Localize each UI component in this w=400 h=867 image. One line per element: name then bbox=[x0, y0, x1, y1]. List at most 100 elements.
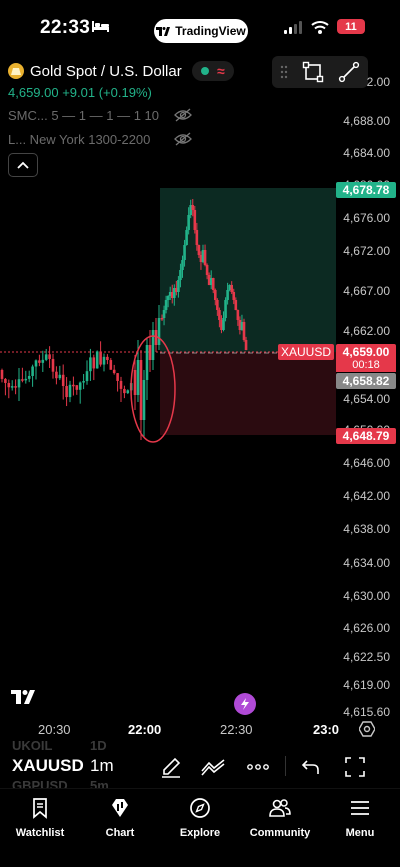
candle-body bbox=[112, 369, 116, 374]
candle-body bbox=[41, 359, 45, 363]
stop-loss-price-tag: 4,648.79 bbox=[336, 428, 396, 444]
market-open-dot bbox=[200, 67, 209, 75]
candle-body bbox=[216, 300, 219, 310]
tab-label: Menu bbox=[345, 827, 375, 839]
candle-body bbox=[148, 345, 152, 360]
indicators-icon bbox=[201, 759, 225, 776]
lightning-bolt-button[interactable] bbox=[234, 693, 256, 715]
delayed-data-icon: ≈ bbox=[216, 63, 225, 79]
candle-body bbox=[34, 360, 38, 367]
candle-body bbox=[214, 290, 217, 300]
candle-body bbox=[226, 290, 229, 300]
candle-body bbox=[116, 373, 119, 381]
candle-body bbox=[95, 351, 99, 369]
candle-body bbox=[183, 245, 186, 260]
candle-body bbox=[142, 380, 146, 420]
draw-pen-button[interactable] bbox=[158, 754, 184, 780]
price-axis-label: 4,642.00 bbox=[343, 489, 390, 503]
tab-community[interactable]: Community bbox=[240, 797, 320, 839]
candle-body bbox=[195, 230, 199, 245]
tab-chart[interactable]: Chart bbox=[80, 797, 160, 839]
time-label: 22:00 bbox=[128, 722, 162, 737]
more-dots-icon bbox=[247, 764, 269, 770]
collapse-indicators-button[interactable] bbox=[8, 153, 38, 177]
candle-body bbox=[218, 310, 221, 320]
candle-body bbox=[234, 300, 238, 310]
tab-watchlist[interactable]: Watchlist bbox=[0, 797, 80, 839]
indicator-smc-label: SMC... 5 — 1 — 1 — 1 10 bbox=[8, 107, 159, 123]
eye-off-icon[interactable] bbox=[174, 108, 192, 122]
price-axis-label: 4,634.00 bbox=[343, 556, 390, 570]
price-axis-label: 4,688.00 bbox=[343, 114, 390, 128]
price-axis-label: 4,646.00 bbox=[343, 456, 390, 470]
price-axis-label: 4,684.00 bbox=[343, 146, 390, 160]
symbol-title[interactable]: Gold Spot / U.S. Dollar bbox=[30, 63, 182, 80]
candle-body bbox=[4, 378, 7, 383]
price-change: 4,659.00 +9.01 (+0.19%) bbox=[8, 85, 152, 100]
indicator-smc[interactable]: SMC... 5 — 1 — 1 — 1 10 bbox=[8, 106, 234, 124]
indicators-button[interactable] bbox=[200, 754, 226, 780]
price-axis-label: 4,626.00 bbox=[343, 621, 390, 635]
candle-body bbox=[145, 345, 149, 380]
candle-body bbox=[151, 330, 155, 360]
tab-explore[interactable]: Explore bbox=[160, 797, 240, 839]
indicator-session[interactable]: L... New York 1300-2200 bbox=[8, 130, 234, 148]
candle-body bbox=[106, 356, 109, 361]
price-axis-label: 2.00 bbox=[366, 75, 390, 89]
price-axis-label: 4,654.00 bbox=[343, 392, 390, 406]
candle-body bbox=[27, 375, 31, 379]
candle-body bbox=[139, 360, 143, 420]
tab-bar: Watchlist Chart Explore Community Menu bbox=[0, 788, 400, 867]
eye-off-icon[interactable] bbox=[174, 132, 192, 146]
price-axis-label: 4,630.00 bbox=[343, 589, 390, 603]
take-profit-price-tag: 4,678.78 bbox=[336, 182, 396, 198]
chart-settings-icon[interactable] bbox=[359, 721, 375, 737]
toolbar-separator bbox=[285, 756, 286, 776]
rectangle-tool-icon[interactable] bbox=[302, 61, 324, 83]
price-axis-label: 4,622.50 bbox=[343, 650, 390, 664]
ghost-interval-above: 1D bbox=[90, 738, 107, 753]
symbol-selector[interactable]: XAUUSD bbox=[12, 756, 84, 776]
candle-body bbox=[126, 390, 130, 394]
candle-body bbox=[197, 245, 201, 255]
candle-body bbox=[61, 374, 65, 387]
drag-handle-icon[interactable] bbox=[280, 65, 288, 79]
candle-body bbox=[222, 318, 225, 330]
candle-body bbox=[102, 356, 106, 365]
candle-body bbox=[21, 379, 24, 381]
more-options-button[interactable] bbox=[245, 754, 271, 780]
tab-menu[interactable]: Menu bbox=[320, 797, 400, 839]
candle-body bbox=[244, 340, 248, 350]
interval-selector[interactable]: 1m bbox=[90, 756, 114, 776]
candle-body bbox=[166, 296, 170, 300]
people-icon bbox=[269, 799, 291, 817]
candle-body bbox=[203, 250, 207, 265]
time-label: 22:30 bbox=[220, 722, 253, 737]
ghost-symbol-above: UKOIL bbox=[12, 738, 53, 753]
tab-label: Chart bbox=[105, 827, 135, 839]
symbol-price-tag: XAUUSD bbox=[278, 344, 334, 360]
bar-countdown: 00:18 bbox=[336, 358, 396, 372]
price-axis-label: 4,615.60 bbox=[343, 705, 390, 719]
time-label: 23:0 bbox=[313, 722, 340, 737]
candle-body bbox=[242, 322, 246, 340]
undo-button[interactable] bbox=[298, 754, 324, 780]
market-status-pill[interactable]: ≈ bbox=[191, 61, 234, 81]
candle-body bbox=[136, 360, 140, 395]
candle-body bbox=[157, 318, 161, 345]
candle-body bbox=[75, 385, 79, 390]
fullscreen-icon bbox=[345, 757, 365, 777]
candle-body bbox=[0, 370, 4, 379]
candle-body bbox=[99, 351, 102, 365]
price-axis-label: 4,662.00 bbox=[343, 324, 390, 338]
candle-body bbox=[187, 215, 190, 230]
pen-icon bbox=[162, 757, 181, 778]
candle-body bbox=[123, 388, 126, 394]
candle-body bbox=[89, 357, 92, 372]
time-label: 20:30 bbox=[38, 722, 71, 737]
take-profit-zone bbox=[160, 188, 336, 352]
candle-body bbox=[236, 310, 240, 320]
fullscreen-button[interactable] bbox=[342, 754, 368, 780]
candle-body bbox=[179, 270, 182, 280]
price-axis-label: 4,672.00 bbox=[343, 244, 390, 258]
